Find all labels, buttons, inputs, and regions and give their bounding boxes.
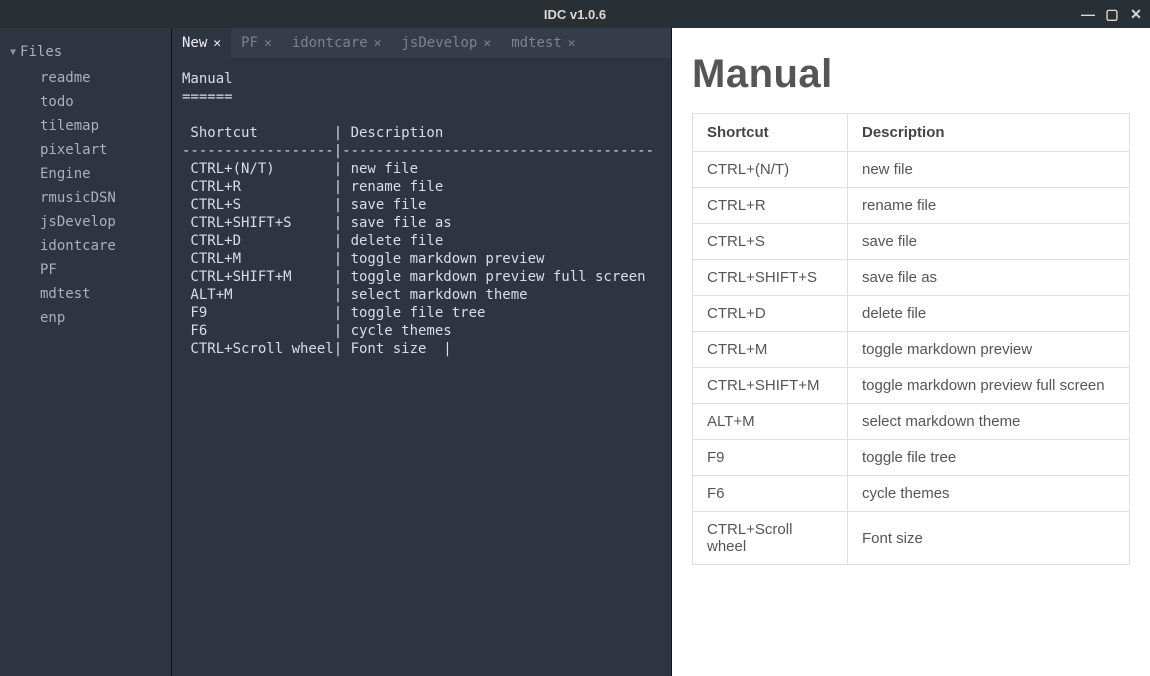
tab-label: idontcare [292,35,368,51]
preview-shortcut-table: Shortcut Description CTRL+(N/T)new fileC… [692,113,1130,565]
editor-pane: New ✕ PF ✕ idontcare ✕ jsDevelop ✕ mdtest ✕ Manua… [172,28,672,676]
file-list: readmetodotilemappixelartEnginermusicDSN… [0,66,171,330]
table-row: CTRL+Rrename file [693,188,1130,224]
shortcut-cell: F9 [693,440,848,476]
shortcut-cell: CTRL+M [693,332,848,368]
sidebar-file-item[interactable]: pixelart [0,138,171,162]
table-row: F9toggle file tree [693,440,1130,476]
table-row: CTRL+(N/T)new file [693,152,1130,188]
description-cell: cycle themes [848,476,1130,512]
description-cell: save file as [848,260,1130,296]
tab-close-icon[interactable]: ✕ [213,36,221,51]
sidebar-file-item[interactable]: readme [0,66,171,90]
editor-textarea[interactable]: Manual ====== Shortcut | Description ---… [172,58,671,370]
file-tree-sidebar: ▼ Files readmetodotilemappixelartEnginer… [0,28,172,676]
file-tree-label: Files [20,44,62,60]
tab-close-icon[interactable]: ✕ [483,36,491,51]
shortcut-cell: CTRL+R [693,188,848,224]
description-cell: select markdown theme [848,404,1130,440]
table-row: CTRL+Mtoggle markdown preview [693,332,1130,368]
shortcut-cell: F6 [693,476,848,512]
chevron-down-icon: ▼ [10,47,16,58]
tab-label: PF [241,35,258,51]
editor-tab[interactable]: jsDevelop ✕ [392,28,502,58]
description-cell: toggle file tree [848,440,1130,476]
editor-tab[interactable]: New ✕ [172,28,231,58]
sidebar-file-item[interactable]: PF [0,258,171,282]
description-cell: new file [848,152,1130,188]
shortcut-cell: CTRL+SHIFT+S [693,260,848,296]
sidebar-file-item[interactable]: rmusicDSN [0,186,171,210]
preview-th-description: Description [848,114,1130,152]
window-title: IDC v1.0.6 [544,7,606,22]
sidebar-file-item[interactable]: todo [0,90,171,114]
sidebar-file-item[interactable]: Engine [0,162,171,186]
tab-label: New [182,35,207,51]
close-icon[interactable]: ✕ [1128,6,1144,23]
editor-tab[interactable]: idontcare ✕ [282,28,392,58]
tab-label: jsDevelop [402,35,478,51]
markdown-preview-pane: Manual Shortcut Description CTRL+(N/T)ne… [672,28,1150,676]
description-cell: rename file [848,188,1130,224]
table-row: ALT+Mselect markdown theme [693,404,1130,440]
tab-close-icon[interactable]: ✕ [568,36,576,51]
description-cell: delete file [848,296,1130,332]
tab-label: mdtest [511,35,562,51]
tab-close-icon[interactable]: ✕ [264,36,272,51]
shortcut-cell: ALT+M [693,404,848,440]
table-row: F6cycle themes [693,476,1130,512]
table-row: CTRL+Scroll wheelFont size [693,512,1130,565]
file-tree-header[interactable]: ▼ Files [0,44,171,60]
description-cell: save file [848,224,1130,260]
sidebar-file-item[interactable]: idontcare [0,234,171,258]
minimize-icon[interactable]: — [1080,6,1096,22]
table-row: CTRL+SHIFT+Mtoggle markdown preview full… [693,368,1130,404]
description-cell: Font size [848,512,1130,565]
window-titlebar: IDC v1.0.6 — ▢ ✕ [0,0,1150,28]
editor-tab[interactable]: mdtest ✕ [501,28,585,58]
sidebar-file-item[interactable]: mdtest [0,282,171,306]
preview-th-shortcut: Shortcut [693,114,848,152]
preview-heading: Manual [692,52,1130,97]
table-row: CTRL+Ssave file [693,224,1130,260]
app-root: ▼ Files readmetodotilemappixelartEnginer… [0,28,1150,676]
table-row: CTRL+SHIFT+Ssave file as [693,260,1130,296]
shortcut-cell: CTRL+D [693,296,848,332]
editor-tab[interactable]: PF ✕ [231,28,282,58]
tab-close-icon[interactable]: ✕ [374,36,382,51]
window-controls: — ▢ ✕ [1080,6,1144,23]
description-cell: toggle markdown preview full screen [848,368,1130,404]
maximize-icon[interactable]: ▢ [1104,6,1120,23]
shortcut-cell: CTRL+S [693,224,848,260]
shortcut-cell: CTRL+Scroll wheel [693,512,848,565]
sidebar-file-item[interactable]: tilemap [0,114,171,138]
tab-bar: New ✕ PF ✕ idontcare ✕ jsDevelop ✕ mdtest ✕ [172,28,671,58]
shortcut-cell: CTRL+SHIFT+M [693,368,848,404]
description-cell: toggle markdown preview [848,332,1130,368]
sidebar-file-item[interactable]: enp [0,306,171,330]
sidebar-file-item[interactable]: jsDevelop [0,210,171,234]
shortcut-cell: CTRL+(N/T) [693,152,848,188]
table-row: CTRL+Ddelete file [693,296,1130,332]
